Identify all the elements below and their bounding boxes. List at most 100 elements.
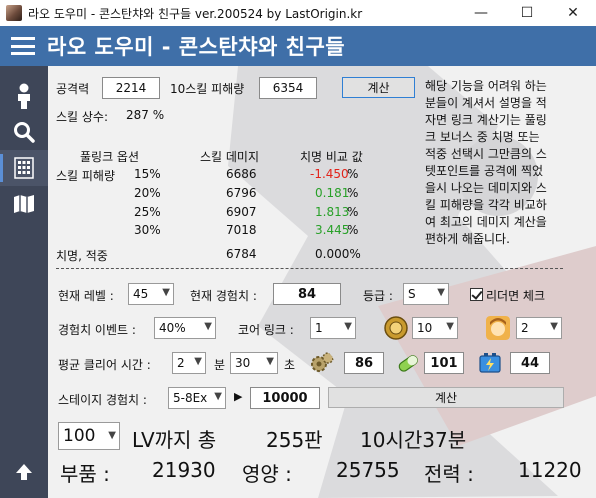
row-damage: 6907: [226, 205, 257, 219]
help-line: 킬 피해량을 각각 비교하: [425, 198, 547, 212]
sidebar-item-character[interactable]: [0, 78, 48, 114]
help-line: 분들이 계셔서 설명을 적: [425, 96, 547, 110]
skill-const-value: 287 %: [126, 108, 165, 122]
play-arrow-icon: ▶: [234, 390, 243, 403]
help-line: 텟포인트를 공격에 찍었: [425, 164, 544, 178]
help-line: 크 보너스 중 치명 또는: [425, 130, 540, 144]
exp-event-value: 40%: [159, 321, 186, 335]
second-unit: 초: [284, 358, 296, 372]
core-count-select[interactable]: 10 ▼: [412, 317, 458, 339]
row-damage: 6686: [226, 167, 257, 181]
exp-event-label: 경험치 이벤트 :: [58, 323, 136, 337]
grade-value: S: [408, 287, 416, 301]
map-icon: [14, 195, 34, 213]
level-value: 45: [133, 287, 149, 301]
col-header-option: 풀링크 옵션: [80, 150, 140, 164]
level-select[interactable]: 45 ▼: [128, 283, 174, 305]
close-button[interactable]: ✕: [550, 0, 596, 26]
seconds-value: 30: [235, 356, 251, 370]
nutrient-stock-input[interactable]: 101: [424, 352, 464, 374]
crit-label: 치명, 적중: [56, 249, 108, 263]
crit-compare: 0.000%: [315, 247, 361, 261]
minutes-select[interactable]: 2 ▼: [172, 352, 206, 374]
chevron-down-icon: ▼: [214, 391, 222, 402]
header-title: 라오 도우미 - 콘스탄챠와 친구들: [47, 35, 346, 59]
core-count-value: 10: [417, 321, 433, 335]
row-unit: %: [347, 223, 359, 237]
sidebar: [0, 66, 48, 498]
current-exp-label: 현재 경험치 :: [190, 289, 257, 303]
current-exp-input[interactable]: 84: [273, 283, 341, 305]
power-stock-input[interactable]: 44: [510, 352, 550, 374]
help-line: 여 최고의 데미지 계산을: [425, 215, 547, 229]
damage-calc-button[interactable]: 계산: [342, 77, 415, 98]
grade-select[interactable]: S ▼: [403, 283, 449, 305]
power-battery-icon: [479, 353, 501, 373]
skill10-label: 10스킬 피해량: [170, 82, 245, 96]
chevron-down-icon: ▼: [108, 430, 116, 441]
app-icon: [6, 5, 22, 21]
result-time: 10시간37분: [360, 428, 467, 452]
exp-event-select[interactable]: 40% ▼: [154, 317, 216, 339]
row-damage: 7018: [226, 223, 257, 237]
power-label: 전력 :: [424, 462, 474, 486]
help-line: 을시 나오는 데미지와 스: [425, 181, 547, 195]
stage-select[interactable]: 5-8Ex ▼: [168, 387, 226, 409]
attack-label: 공격력: [56, 82, 90, 96]
exp-calc-button[interactable]: 계산: [328, 387, 564, 408]
help-line: 해당 기능을 어려워 하는: [425, 79, 547, 93]
seconds-select[interactable]: 30 ▼: [230, 352, 278, 374]
app-window: 라오 도우미 - 콘스탄챠와 친구들 ver.200524 by LastOri…: [0, 0, 596, 498]
chevron-down-icon: ▼: [550, 321, 558, 332]
chevron-down-icon: ▼: [204, 321, 212, 332]
parts-stock-input[interactable]: 86: [344, 352, 384, 374]
skill10-input[interactable]: 6354: [259, 77, 317, 99]
maximize-button[interactable]: ☐: [504, 0, 550, 26]
chevron-down-icon: ▼: [446, 321, 454, 332]
result-lv-text: LV까지 총: [132, 428, 217, 452]
row-label-skill-damage: 스킬 피해량: [56, 169, 116, 183]
chevron-down-icon: ▼: [266, 356, 274, 367]
hamburger-menu-icon[interactable]: [11, 37, 35, 55]
calculator-panel: 공격력 2214 10스킬 피해량 6354 계산 스킬 상수: 287 % 해…: [48, 66, 596, 498]
attack-input[interactable]: 2214: [102, 77, 160, 99]
clear-time-label: 평균 클리어 시간 :: [58, 358, 151, 372]
row-compare: 1.813: [315, 205, 350, 219]
target-level-value: 100: [63, 426, 96, 446]
sidebar-item-map[interactable]: [0, 186, 48, 222]
chevron-down-icon: ▼: [194, 356, 202, 367]
sidebar-item-top[interactable]: [0, 454, 48, 490]
core-link-value: 1: [315, 321, 323, 335]
power-total: 11220: [518, 458, 582, 482]
row-option: 25%: [134, 205, 161, 219]
row-damage: 6796: [226, 186, 257, 200]
nutrient-capsule-icon: [398, 355, 418, 372]
title-bar: 라오 도우미 - 콘스탄챠와 친구들 ver.200524 by LastOri…: [0, 0, 596, 26]
chevron-down-icon: ▼: [437, 287, 445, 298]
window-controls: — ☐ ✕: [458, 0, 596, 26]
row-option: 30%: [134, 223, 161, 237]
target-level-select[interactable]: 100 ▼: [58, 422, 120, 450]
core-link-label: 코어 링크 :: [238, 323, 294, 337]
parts-total: 21930: [152, 458, 216, 482]
help-description: 해당 기능을 어려워 하는 분들이 계셔서 설명을 적 자면 링크 계산기는 풀…: [425, 78, 585, 248]
row-option: 20%: [134, 186, 161, 200]
row-compare: 0.181: [315, 186, 350, 200]
nutrient-total: 25755: [336, 458, 400, 482]
row-compare: 3.445: [315, 223, 350, 237]
search-icon: [14, 122, 35, 143]
stage-exp-input[interactable]: 10000: [250, 387, 320, 409]
chevron-down-icon: ▼: [344, 321, 352, 332]
app-header: 라오 도우미 - 콘스탄챠와 친구들: [0, 26, 596, 66]
bonus-count-select[interactable]: 2 ▼: [516, 317, 562, 339]
grade-label: 등급 :: [363, 289, 393, 303]
core-link-select[interactable]: 1 ▼: [310, 317, 356, 339]
sidebar-item-calculator[interactable]: [0, 150, 48, 186]
section-divider: [56, 268, 563, 269]
sidebar-item-search[interactable]: [0, 114, 48, 150]
window-title: 라오 도우미 - 콘스탄챠와 친구들 ver.200524 by LastOri…: [28, 6, 363, 21]
minimize-button[interactable]: —: [458, 0, 504, 26]
minute-unit: 분: [214, 358, 226, 372]
core-coin-icon: [384, 316, 408, 340]
leader-checkbox[interactable]: [470, 288, 483, 301]
